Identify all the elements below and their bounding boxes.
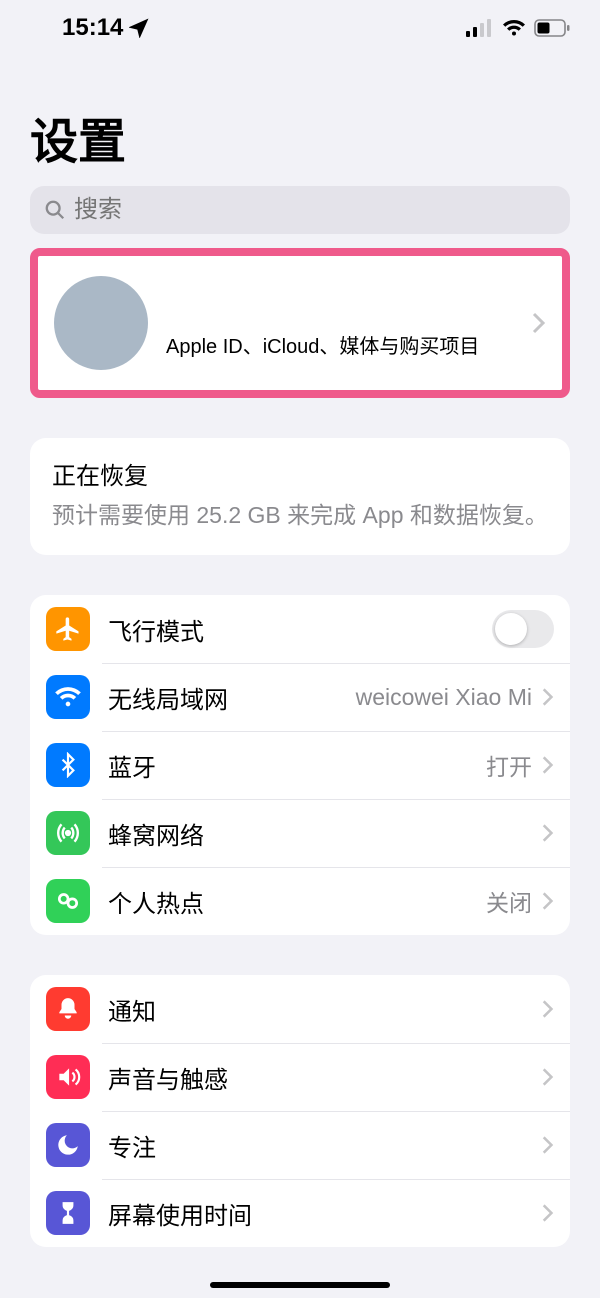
settings-group-system: 通知 声音与触感 专注 屏幕使用时间 (30, 975, 570, 1247)
row-airplane-mode[interactable]: 飞行模式 (30, 595, 570, 663)
row-cellular[interactable]: 蜂窝网络 (30, 799, 570, 867)
home-indicator[interactable] (210, 1282, 390, 1288)
status-right (466, 19, 570, 37)
status-bar: 15:14 (0, 0, 600, 52)
row-notifications[interactable]: 通知 (30, 975, 570, 1043)
notifications-icon (46, 987, 90, 1031)
row-label: 声音与触感 (108, 1060, 542, 1095)
row-label: 个人热点 (108, 884, 486, 919)
row-label: 蜂窝网络 (108, 816, 542, 851)
search-icon (44, 199, 66, 221)
restore-title: 正在恢复 (52, 456, 548, 491)
row-focus[interactable]: 专注 (30, 1111, 570, 1179)
search-field[interactable] (30, 186, 570, 234)
row-label: 屏幕使用时间 (108, 1196, 542, 1231)
row-label: 飞行模式 (108, 612, 492, 647)
status-left: 15:14 (62, 14, 149, 42)
airplane-toggle[interactable] (492, 610, 554, 648)
location-icon (129, 18, 149, 38)
row-label: 专注 (108, 1128, 542, 1163)
row-label: 无线局域网 (108, 680, 356, 715)
row-value: 打开 (486, 748, 532, 782)
chevron-right-icon (542, 891, 554, 911)
chevron-right-icon (542, 823, 554, 843)
avatar (54, 276, 148, 370)
bluetooth-icon (46, 743, 90, 787)
screen-time-icon (46, 1191, 90, 1235)
apple-id-subtitle: Apple ID、iCloud、媒体与购买项目 (148, 288, 532, 359)
chevron-right-icon (532, 312, 546, 334)
wifi-settings-icon (46, 675, 90, 719)
status-time: 15:14 (62, 14, 123, 42)
search-input[interactable] (74, 196, 556, 224)
hotspot-icon (46, 879, 90, 923)
chevron-right-icon (542, 687, 554, 707)
chevron-right-icon (542, 755, 554, 775)
row-sound[interactable]: 声音与触感 (30, 1043, 570, 1111)
row-screen-time[interactable]: 屏幕使用时间 (30, 1179, 570, 1247)
page-title: 设置 (0, 52, 600, 186)
cellular-signal-icon (466, 19, 494, 37)
focus-icon (46, 1123, 90, 1167)
row-bluetooth[interactable]: 蓝牙 打开 (30, 731, 570, 799)
airplane-icon (46, 607, 90, 651)
settings-group-connectivity: 飞行模式 无线局域网 weicowei Xiao Mi 蓝牙 打开 蜂窝网络 个… (30, 595, 570, 935)
row-label: 通知 (108, 992, 542, 1027)
cellular-icon (46, 811, 90, 855)
row-value: weicowei Xiao Mi (356, 684, 532, 711)
row-hotspot[interactable]: 个人热点 关闭 (30, 867, 570, 935)
row-label: 蓝牙 (108, 748, 486, 783)
apple-id-card[interactable]: Apple ID、iCloud、媒体与购买项目 (30, 248, 570, 398)
chevron-right-icon (542, 1203, 554, 1223)
sound-icon (46, 1055, 90, 1099)
row-wifi[interactable]: 无线局域网 weicowei Xiao Mi (30, 663, 570, 731)
restore-card[interactable]: 正在恢复 预计需要使用 25.2 GB 来完成 App 和数据恢复。 (30, 438, 570, 555)
row-value: 关闭 (486, 884, 532, 918)
battery-icon (534, 19, 570, 37)
wifi-icon (502, 19, 526, 37)
chevron-right-icon (542, 999, 554, 1019)
chevron-right-icon (542, 1067, 554, 1087)
restore-subtitle: 预计需要使用 25.2 GB 来完成 App 和数据恢复。 (52, 499, 548, 531)
chevron-right-icon (542, 1135, 554, 1155)
